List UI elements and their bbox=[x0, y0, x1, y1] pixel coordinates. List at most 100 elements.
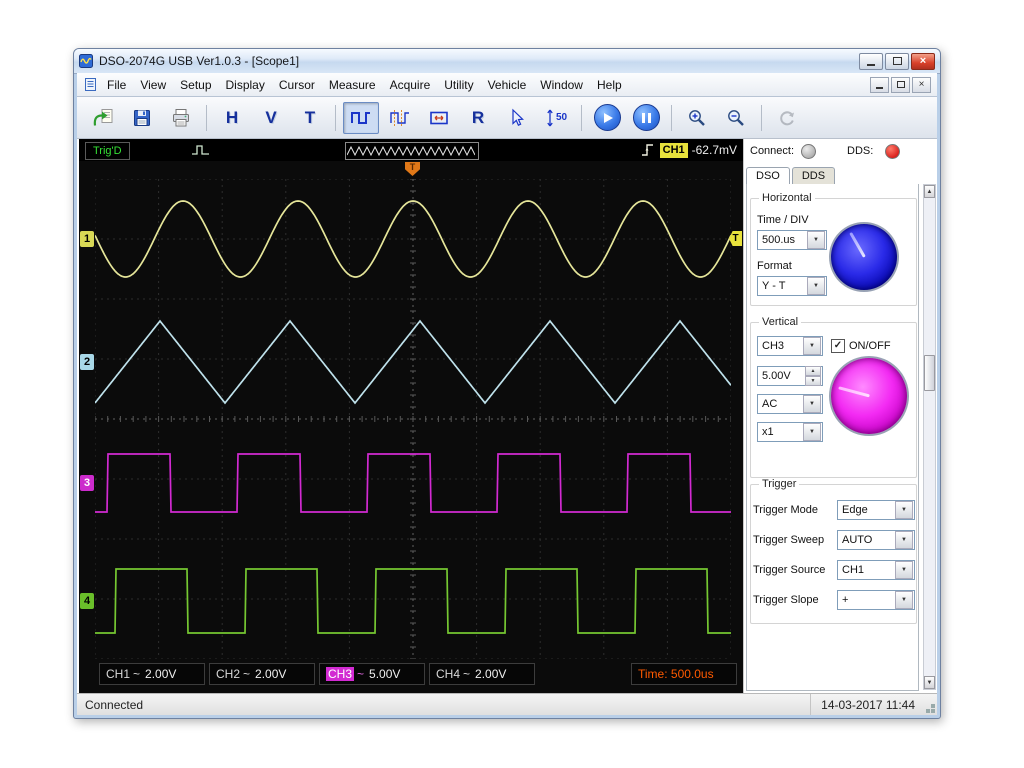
dds-label: DDS: bbox=[847, 145, 874, 157]
dso-tab-page: Horizontal Time / DIV 500.us ▼ Format Y … bbox=[746, 184, 919, 691]
chevron-down-icon: ▼ bbox=[803, 395, 821, 413]
scroll-down-icon: ▼ bbox=[926, 679, 933, 686]
ch1-level-marker[interactable]: 1 bbox=[80, 231, 94, 247]
horizontal-setup-button[interactable]: H bbox=[214, 102, 250, 134]
minimize-icon bbox=[867, 63, 875, 66]
panel-scrollbar[interactable]: ▲ ▼ bbox=[923, 184, 936, 690]
probe-select[interactable]: x1 ▼ bbox=[757, 422, 823, 442]
vertical-setup-button[interactable]: V bbox=[253, 102, 289, 134]
scope-column: Trig'D CH1 -62.7mV T 1 2 3 4 T CH1 ~ 2.0… bbox=[79, 139, 743, 693]
ch4-level-marker[interactable]: 4 bbox=[80, 593, 94, 609]
ch2-level-marker[interactable]: 2 bbox=[80, 354, 94, 370]
time-div-select[interactable]: 500.us ▼ bbox=[757, 230, 827, 250]
horizontal-group-title: Horizontal bbox=[759, 192, 815, 204]
trigger-level-value: -62.7mV bbox=[691, 143, 737, 157]
window-controls: × bbox=[859, 52, 935, 70]
menu-setup[interactable]: Setup bbox=[173, 75, 218, 95]
toolbar-separator bbox=[206, 104, 207, 131]
trigger-position-marker[interactable]: T bbox=[405, 162, 420, 176]
window-client: File View Setup Display Cursor Measure A… bbox=[77, 73, 937, 715]
scroll-up-icon: ▲ bbox=[926, 188, 933, 195]
spin-up-icon[interactable]: ▲ bbox=[805, 366, 821, 376]
print-button[interactable] bbox=[163, 102, 199, 134]
ac-coupling-icon: ~ bbox=[243, 667, 251, 681]
menu-window[interactable]: Window bbox=[533, 75, 590, 95]
ch3-level-marker[interactable]: 3 bbox=[80, 475, 94, 491]
scroll-up-button[interactable]: ▲ bbox=[924, 185, 935, 198]
waveform-mode-button[interactable] bbox=[343, 101, 379, 134]
trigger-setup-button[interactable]: T bbox=[292, 102, 328, 134]
chevron-down-icon: ▼ bbox=[895, 531, 913, 549]
cursor-button[interactable] bbox=[499, 102, 535, 134]
record-button[interactable]: R bbox=[460, 102, 496, 134]
trigger-mode-select[interactable]: Edge ▼ bbox=[837, 500, 915, 520]
mdi-restore-button[interactable] bbox=[891, 76, 910, 93]
channel-select[interactable]: CH3 ▼ bbox=[757, 336, 823, 356]
trigger-readout: CH1 -62.7mV bbox=[640, 142, 737, 158]
menu-help[interactable]: Help bbox=[590, 75, 629, 95]
format-select[interactable]: Y - T ▼ bbox=[757, 276, 827, 296]
titlebar[interactable]: DSO-2074G USB Ver1.0.3 - [Scope1] × bbox=[74, 49, 940, 74]
close-button[interactable]: × bbox=[911, 52, 935, 70]
zoom-in-button[interactable] bbox=[679, 102, 715, 134]
horizontal-knob[interactable] bbox=[831, 224, 897, 290]
window-title: DSO-2074G USB Ver1.0.3 - [Scope1] bbox=[99, 54, 300, 68]
restore-button[interactable] bbox=[885, 52, 909, 70]
menu-utility[interactable]: Utility bbox=[437, 75, 480, 95]
menu-measure[interactable]: Measure bbox=[322, 75, 383, 95]
zoom-out-icon bbox=[728, 109, 744, 126]
scroll-thumb[interactable] bbox=[924, 355, 935, 391]
trigger-mode-label: Trigger Mode bbox=[753, 504, 819, 516]
trigger-slope-select[interactable]: + ▼ bbox=[837, 590, 915, 610]
trigger-sweep-select[interactable]: AUTO ▼ bbox=[837, 530, 915, 550]
pause-button[interactable] bbox=[628, 102, 664, 134]
rotate-arrow-icon bbox=[780, 110, 794, 125]
coupling-select[interactable]: AC ▼ bbox=[757, 394, 823, 414]
trigger-50-button[interactable]: 50 bbox=[538, 102, 574, 134]
resize-grip[interactable] bbox=[931, 709, 935, 713]
open-button[interactable] bbox=[85, 102, 121, 134]
menubar: File View Setup Display Cursor Measure A… bbox=[77, 73, 937, 97]
trigger-sweep-label: Trigger Sweep bbox=[753, 534, 825, 546]
save-button[interactable] bbox=[124, 102, 160, 134]
close-icon: × bbox=[919, 55, 927, 67]
minimize-button[interactable] bbox=[859, 52, 883, 70]
open-icon bbox=[93, 108, 113, 126]
chevron-down-icon: ▼ bbox=[807, 231, 825, 249]
trigger-50-label: 50 bbox=[555, 112, 568, 123]
panel-tabs: DSO DDS bbox=[746, 165, 919, 185]
waveform-preview[interactable] bbox=[345, 142, 479, 160]
self-calibration-button bbox=[769, 102, 805, 134]
toolbar-separator bbox=[761, 104, 762, 131]
toolbar-separator bbox=[671, 104, 672, 131]
chevron-down-icon: ▼ bbox=[895, 591, 913, 609]
trigger-source-select[interactable]: CH1 ▼ bbox=[837, 560, 915, 580]
spin-down-icon[interactable]: ▼ bbox=[805, 376, 821, 386]
tab-dds[interactable]: DDS bbox=[791, 167, 836, 184]
mdi-close-button[interactable]: × bbox=[912, 76, 931, 93]
scope-grid-waveforms bbox=[95, 179, 731, 659]
run-button[interactable] bbox=[589, 102, 625, 134]
volts-div-spinner[interactable]: 5.00V ▲ ▼ bbox=[757, 366, 823, 386]
scroll-down-button[interactable]: ▼ bbox=[924, 676, 935, 689]
vertical-knob[interactable] bbox=[831, 358, 907, 434]
menu-cursor[interactable]: Cursor bbox=[272, 75, 322, 95]
datetime-status: 14-03-2017 11:44 bbox=[810, 694, 929, 715]
menu-acquire[interactable]: Acquire bbox=[383, 75, 438, 95]
pulse-measure-button[interactable] bbox=[382, 102, 418, 134]
menu-vehicle[interactable]: Vehicle bbox=[481, 75, 534, 95]
tab-dso[interactable]: DSO bbox=[746, 167, 790, 185]
close-icon: × bbox=[918, 79, 925, 90]
v-letter-icon: V bbox=[265, 107, 277, 127]
menu-file[interactable]: File bbox=[100, 75, 133, 95]
trigger-level-arrows-icon bbox=[547, 109, 553, 126]
channel-onoff-checkbox[interactable]: ✓ ON/OFF bbox=[831, 339, 891, 353]
menu-display[interactable]: Display bbox=[219, 75, 272, 95]
document-icon bbox=[85, 78, 96, 91]
menu-view[interactable]: View bbox=[133, 75, 173, 95]
mdi-minimize-button[interactable] bbox=[870, 76, 889, 93]
format-label: Format bbox=[757, 260, 792, 272]
autoset-button[interactable] bbox=[421, 102, 457, 134]
play-icon bbox=[593, 104, 621, 131]
zoom-out-button[interactable] bbox=[718, 102, 754, 134]
